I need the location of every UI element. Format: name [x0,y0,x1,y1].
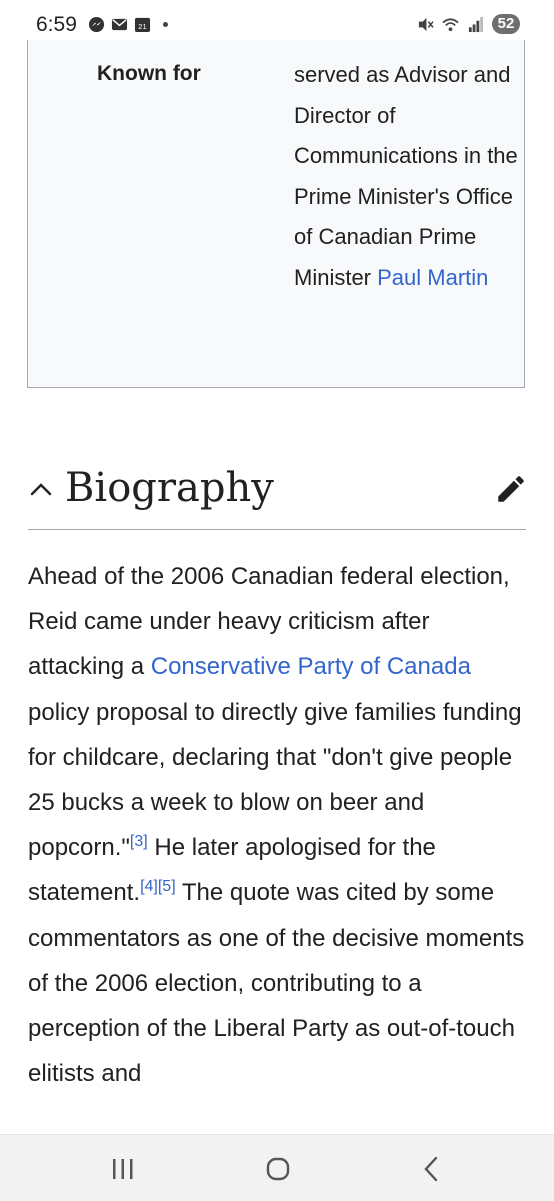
infobox-label: Known for [97,62,201,85]
chevron-up-icon[interactable] [28,476,54,502]
status-time: 6:59 [36,13,77,36]
home-button[interactable] [258,1153,298,1185]
battery-icon: 52 [492,14,520,34]
notification-dot-icon [163,22,168,27]
mail-icon [111,18,128,31]
section-divider [28,529,526,530]
reference-4-link[interactable]: [4] [140,878,158,895]
back-button[interactable] [412,1153,452,1185]
calendar-day-label: 21 [138,22,146,31]
section-heading-biography[interactable]: Biography [28,462,528,518]
reference-3-link[interactable]: [3] [130,833,148,850]
paragraph-text-4: The quote was cited by some commentators… [28,879,525,1088]
mute-icon [418,17,434,31]
infobox: Known for served as Advisor and Director… [27,40,525,388]
infobox-value: served as Advisor and Director of Commun… [294,55,524,298]
pencil-icon[interactable] [494,472,528,506]
reference-5-link[interactable]: [5] [158,878,176,895]
biography-paragraph: Ahead of the 2006 Canadian federal elect… [28,554,528,1096]
messenger-icon [88,16,105,33]
conservative-party-link[interactable]: Conservative Party of Canada [151,653,471,680]
calendar-icon: 21 [134,17,151,33]
recent-apps-button[interactable] [103,1153,143,1185]
signal-icon [468,16,484,32]
infobox-value-text: served as Advisor and Director of Commun… [294,62,518,290]
paul-martin-link[interactable]: Paul Martin [377,265,488,290]
section-title: Biography [65,465,274,511]
navigation-bar [0,1134,554,1201]
status-bar: 6:59 21 52 [0,0,554,44]
wifi-icon [442,17,459,31]
